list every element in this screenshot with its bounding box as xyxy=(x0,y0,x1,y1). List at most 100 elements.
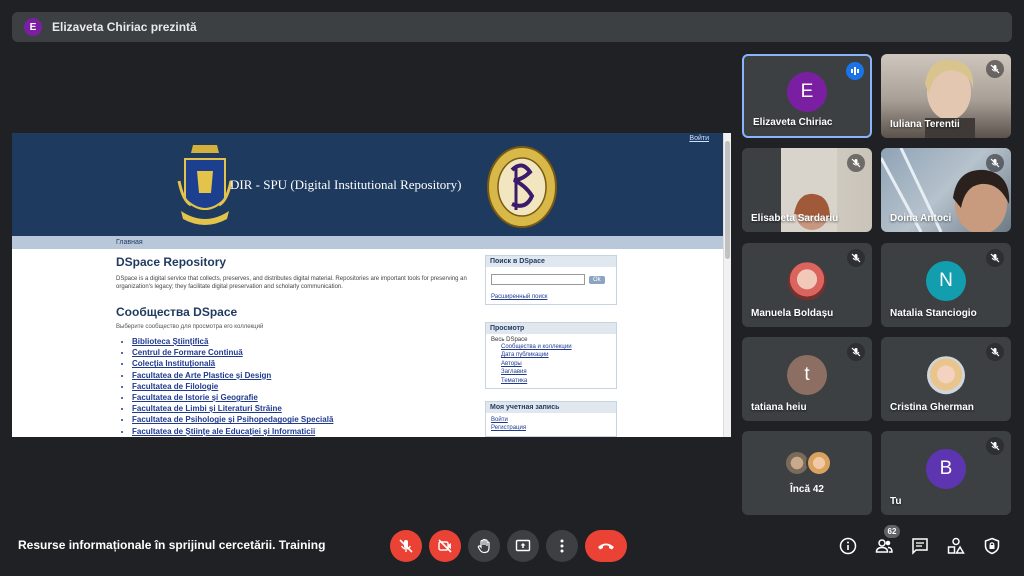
presenter-label: Elizaveta Chiriac prezintă xyxy=(52,20,197,34)
community-link[interactable]: Colecția Instituțională xyxy=(132,359,215,368)
mic-off-icon xyxy=(986,437,1004,455)
shared-screen[interactable]: Войти DIR - SPU (Digital Institutional R… xyxy=(12,133,731,437)
speaking-indicator-icon xyxy=(846,62,864,80)
community-link[interactable]: Facultatea de Limbi și Literaturi Străin… xyxy=(132,404,282,413)
chat-button[interactable] xyxy=(910,536,930,556)
people-button[interactable] xyxy=(874,536,894,556)
community-link[interactable]: Facultatea de Științe ale Educației și I… xyxy=(132,427,315,436)
intro-text: DSpace is a digital service that collect… xyxy=(116,276,467,290)
more-participants-avatars xyxy=(784,450,832,476)
list-item[interactable]: Facultatea de Științe ale Educației și I… xyxy=(132,426,476,437)
participant-tile[interactable]: Doina Antoci xyxy=(881,148,1011,232)
list-item[interactable]: Biblioteca Științifică xyxy=(132,336,476,347)
browse-link[interactable]: Сообщества и коллекции xyxy=(491,343,611,351)
community-link[interactable]: Centrul de Formare Continuă xyxy=(132,348,243,357)
communities-subtitle: Выберите сообщество для просмотра его ко… xyxy=(116,324,264,330)
mic-off-icon xyxy=(847,154,865,172)
participant-tile[interactable]: Iuliana Terentii xyxy=(881,54,1011,138)
list-item[interactable]: Facultatea de Arte Plastice și Design xyxy=(132,370,476,381)
mic-off-icon xyxy=(399,539,413,553)
present-screen-button[interactable] xyxy=(507,530,539,562)
participant-name: Iuliana Terentii xyxy=(890,119,960,130)
community-link[interactable]: Facultatea de Filologie xyxy=(132,382,218,391)
account-box-title: Моя учетная запись xyxy=(486,402,616,413)
page-scrollbar[interactable] xyxy=(723,133,731,437)
more-participants-label: Încă 42 xyxy=(790,484,824,495)
community-link[interactable]: Facultatea de Istorie și Geografie xyxy=(132,393,258,402)
activities-icon xyxy=(947,537,965,554)
scrollbar-thumb[interactable] xyxy=(725,141,730,259)
dspace-main-content: DSpace Repository DSpace is a digital se… xyxy=(116,255,476,437)
more-participants-tile[interactable]: Încă 42 xyxy=(742,431,872,515)
participant-tile[interactable]: Cristina Gherman xyxy=(881,337,1011,421)
participant-tile[interactable]: Elisabeta Sardariu xyxy=(742,148,872,232)
avatar xyxy=(788,262,826,301)
participant-count-badge: 62 xyxy=(884,525,900,538)
list-item[interactable]: Facultatea de Psihologie și Psihopedagog… xyxy=(132,414,476,425)
avatar: E xyxy=(787,72,827,112)
search-box: Поиск в DSpace Ok Расширенный поиск xyxy=(485,255,617,306)
more-vert-icon xyxy=(560,539,564,553)
avatar xyxy=(806,450,832,476)
camera-toggle-button[interactable] xyxy=(429,530,461,562)
browse-link[interactable]: Тематика xyxy=(491,377,611,385)
avatar xyxy=(927,356,965,395)
leave-call-button[interactable] xyxy=(585,530,627,562)
presenter-avatar: E xyxy=(24,18,42,36)
account-box: Моя учетная запись Войти Регистрация xyxy=(485,401,617,437)
browse-link[interactable]: Заглавия xyxy=(491,368,611,376)
list-item[interactable]: Colecția Instituțională xyxy=(132,358,476,369)
account-link[interactable]: Войти xyxy=(491,416,611,424)
participant-name: tatiana heiu xyxy=(751,402,807,413)
list-item[interactable]: Centrul de Formare Continuă xyxy=(132,347,476,358)
communities-list: Biblioteca Științifică Centrul de Formar… xyxy=(116,336,476,437)
list-item[interactable]: Facultatea de Limbi și Literaturi Străin… xyxy=(132,403,476,414)
more-options-button[interactable] xyxy=(546,530,578,562)
people-icon xyxy=(875,539,893,553)
breadcrumb[interactable]: Главная xyxy=(12,236,723,249)
search-ok-button[interactable]: Ok xyxy=(589,275,605,284)
list-item[interactable]: Facultatea de Filologie xyxy=(132,381,476,392)
present-icon xyxy=(515,539,531,552)
mic-off-icon xyxy=(986,154,1004,172)
host-controls-button[interactable] xyxy=(982,536,1002,556)
repository-title: DIR - SPU (Digital Institutional Reposit… xyxy=(230,177,462,192)
mic-toggle-button[interactable] xyxy=(390,530,422,562)
camera-off-icon xyxy=(438,539,452,553)
avatar: t xyxy=(787,355,827,395)
phone-hangup-icon xyxy=(598,543,614,550)
avatar: B xyxy=(926,449,966,489)
university-crest-logo xyxy=(177,145,233,225)
communities-heading: Сообщества DSpace xyxy=(116,305,238,319)
participant-tile[interactable]: N Natalia Stanciogio xyxy=(881,243,1011,327)
participant-name: Elizaveta Chiriac xyxy=(753,117,833,128)
account-link[interactable]: Регистрация xyxy=(491,424,611,432)
browse-link[interactable]: Авторы xyxy=(491,360,611,368)
meeting-details-button[interactable] xyxy=(838,536,858,556)
info-icon xyxy=(839,537,857,555)
page-heading: DSpace Repository xyxy=(116,255,227,269)
participant-name: Manuela Boldașu xyxy=(751,308,834,319)
participant-tile[interactable]: t tatiana heiu xyxy=(742,337,872,421)
community-link[interactable]: Biblioteca Științifică xyxy=(132,337,208,346)
participant-name: Natalia Stanciogio xyxy=(890,308,977,319)
browse-link[interactable]: Дата публикации xyxy=(491,351,611,359)
activities-button[interactable] xyxy=(946,536,966,556)
community-link[interactable]: Facultatea de Arte Plastice și Design xyxy=(132,371,271,380)
search-input[interactable] xyxy=(491,274,585,285)
participant-name: Tu xyxy=(890,496,902,507)
participant-tile[interactable]: E Elizaveta Chiriac xyxy=(742,54,872,138)
self-tile[interactable]: B Tu xyxy=(881,431,1011,515)
community-link[interactable]: Facultatea de Psihologie și Psihopedagog… xyxy=(132,415,333,424)
list-item[interactable]: Facultatea de Istorie și Geografie xyxy=(132,392,476,403)
participant-name: Elisabeta Sardariu xyxy=(751,213,839,224)
login-link[interactable]: Войти xyxy=(689,135,709,142)
search-box-title: Поиск в DSpace xyxy=(486,256,616,267)
browse-box-title: Просмотр xyxy=(486,323,616,334)
mic-off-icon xyxy=(847,249,865,267)
advanced-search-link[interactable]: Расширенный поиск xyxy=(491,293,611,301)
meeting-title: Resurse informaționale în sprijinul cerc… xyxy=(18,538,326,552)
participant-tile[interactable]: Manuela Boldașu xyxy=(742,243,872,327)
mic-off-icon xyxy=(986,60,1004,78)
raise-hand-button[interactable] xyxy=(468,530,500,562)
